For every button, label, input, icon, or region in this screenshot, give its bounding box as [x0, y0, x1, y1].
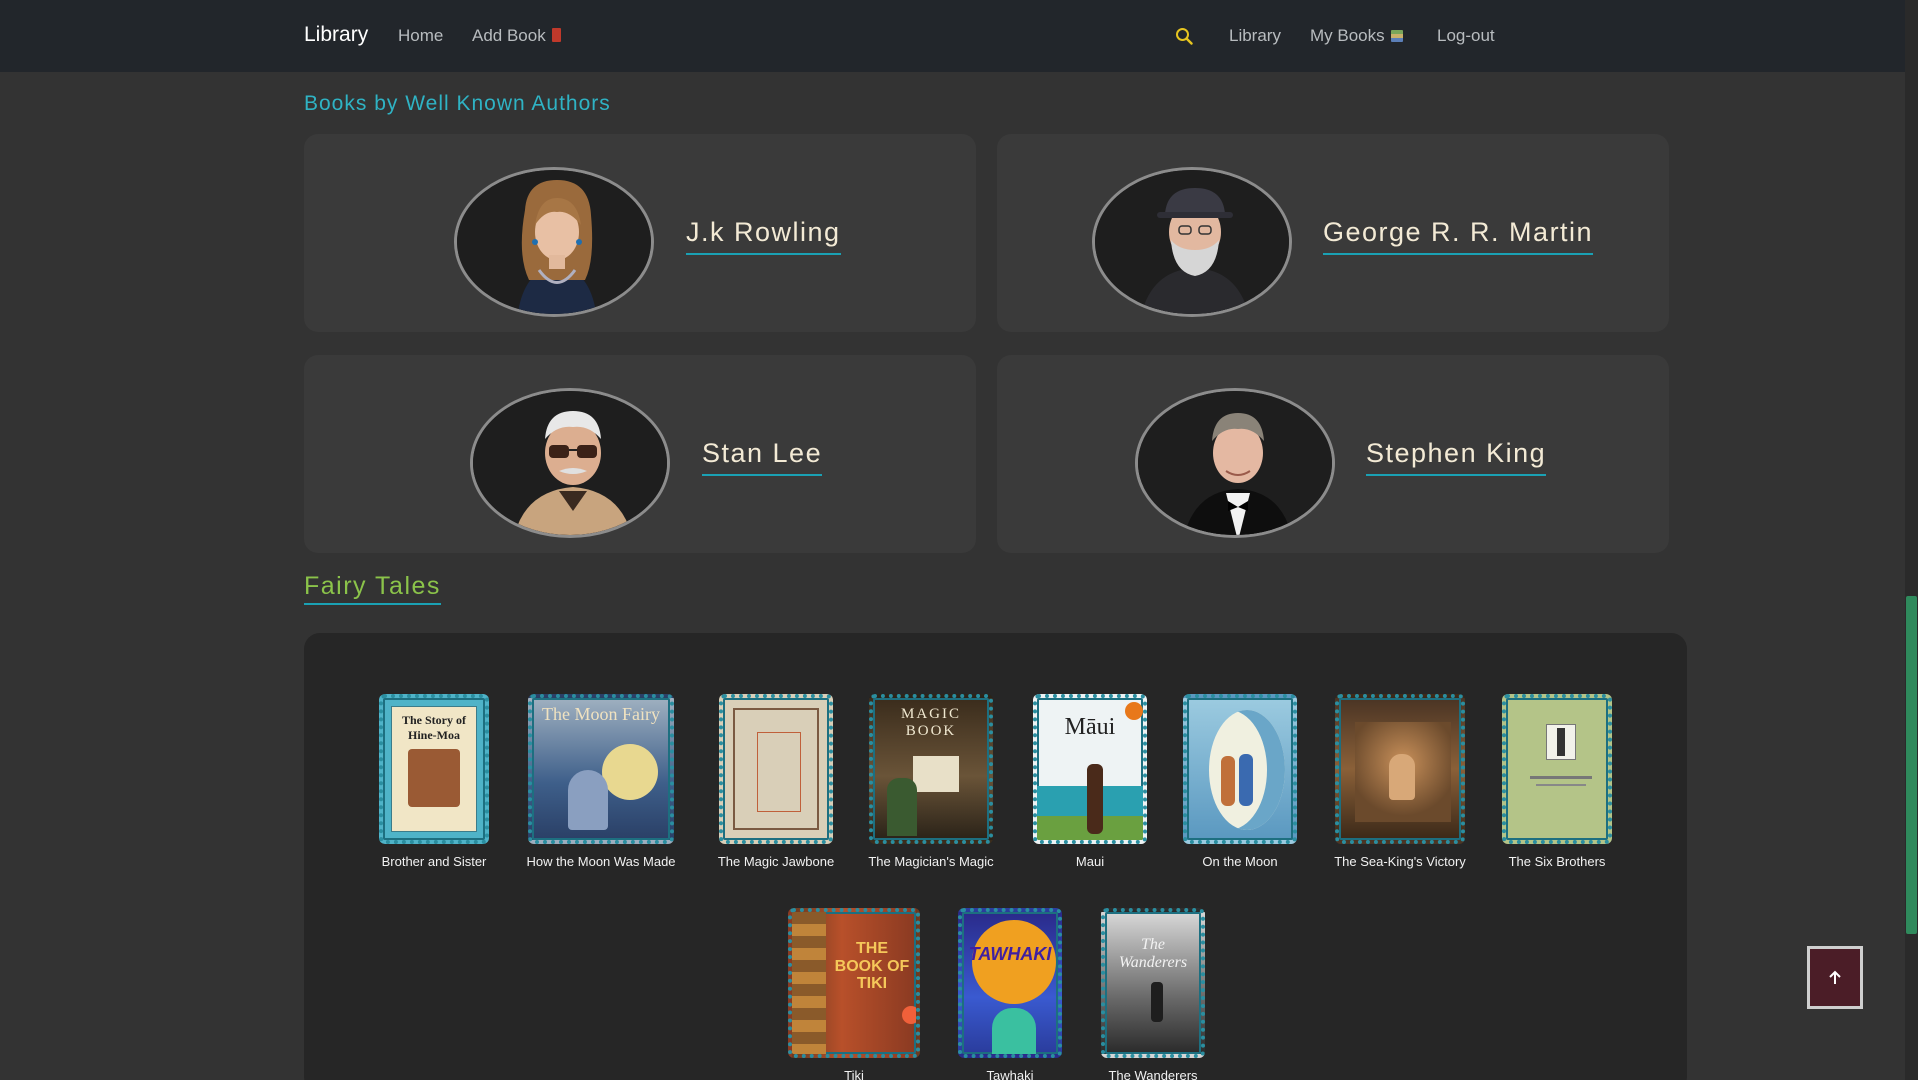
author-portrait — [457, 170, 651, 314]
book-cover-text: The Story of Hine-Moa — [402, 713, 466, 742]
author-name-rowling[interactable]: J.k Rowling — [686, 217, 841, 255]
book-cover-text: THE BOOK OF TIKI — [834, 940, 910, 993]
book-card[interactable]: The Magic Jawbone — [708, 694, 844, 869]
author-name-lee[interactable]: Stan Lee — [702, 438, 823, 476]
author-card-rowling[interactable]: J.k Rowling — [304, 134, 976, 332]
book-cover-text: TAWHAKI — [968, 944, 1052, 964]
book-title[interactable]: Tawhaki — [955, 1068, 1065, 1080]
book-cover[interactable]: The Moon Fairy — [528, 694, 674, 844]
author-card-martin[interactable]: George R. R. Martin — [997, 134, 1669, 332]
book-cover-text: MAGIC BOOK — [900, 706, 961, 739]
book-card[interactable]: TAWHAKI Tawhaki — [955, 908, 1065, 1080]
book-cover[interactable]: Māui — [1033, 694, 1147, 844]
book-title[interactable]: The Magician's Magic — [866, 854, 996, 869]
nav-add-book-label: Add Book — [472, 26, 546, 45]
navbar: Library Home Add Book Library My Books L… — [0, 0, 1905, 72]
author-name-king[interactable]: Stephen King — [1366, 438, 1547, 476]
book-card[interactable]: The Moon Fairy How the Moon Was Made — [525, 694, 677, 869]
author-avatar-martin — [1092, 167, 1292, 317]
book-cover[interactable] — [1502, 694, 1612, 844]
book-cover[interactable]: MAGIC BOOK — [869, 694, 993, 844]
book-cover[interactable]: The Wanderers — [1101, 908, 1205, 1058]
book-cover-text: The Moon Fairy — [542, 704, 660, 724]
author-card-lee[interactable]: Stan Lee — [304, 355, 976, 553]
nav-my-books-label: My Books — [1310, 26, 1385, 45]
nav-home-link[interactable]: Home — [398, 26, 443, 46]
book-card[interactable]: The Wanderers The Wanderers — [1098, 908, 1208, 1080]
book-cover[interactable]: The Story of Hine-Moa — [379, 694, 489, 844]
book-title[interactable]: The Magic Jawbone — [708, 854, 844, 869]
book-title[interactable]: The Six Brothers — [1497, 854, 1617, 869]
author-avatar-lee — [470, 388, 670, 538]
nav-my-books-link[interactable]: My Books — [1310, 26, 1403, 46]
fairy-tales-section-title: Fairy Tales — [304, 572, 441, 605]
book-cover[interactable]: THE BOOK OF TIKI — [788, 908, 920, 1058]
book-card[interactable]: Māui Maui — [1030, 694, 1150, 869]
book-cover[interactable] — [1335, 694, 1465, 844]
author-portrait — [1138, 391, 1332, 535]
book-title[interactable]: How the Moon Was Made — [525, 854, 677, 869]
book-title[interactable]: Brother and Sister — [369, 854, 499, 869]
arrow-up-icon — [1829, 970, 1841, 984]
scroll-to-top-button[interactable] — [1807, 946, 1863, 1009]
book-cover-text: Māui — [1064, 714, 1116, 740]
book-title[interactable]: Maui — [1030, 854, 1150, 869]
book-card[interactable]: The Story of Hine-Moa Brother and Sister — [369, 694, 499, 869]
book-cover-text: The Wanderers — [1118, 936, 1188, 971]
author-avatar-rowling — [454, 167, 654, 317]
book-card[interactable]: On the Moon — [1180, 694, 1300, 869]
book-card[interactable]: MAGIC BOOK The Magician's Magic — [866, 694, 996, 869]
nav-add-book-link[interactable]: Add Book — [472, 26, 561, 46]
brand-link[interactable]: Library — [304, 23, 368, 47]
nav-library-link[interactable]: Library — [1229, 26, 1281, 46]
book-card[interactable]: THE BOOK OF TIKI Tiki — [787, 908, 921, 1080]
book-cover[interactable] — [1183, 694, 1297, 844]
book-title[interactable]: Tiki — [787, 1068, 921, 1080]
book-title[interactable]: The Sea-King's Victory — [1333, 854, 1467, 869]
book-card[interactable]: The Six Brothers — [1497, 694, 1617, 869]
author-portrait — [1095, 170, 1289, 314]
search-icon[interactable] — [1175, 27, 1193, 45]
author-avatar-king — [1135, 388, 1335, 538]
books-stack-icon — [1390, 30, 1403, 42]
book-card[interactable]: The Sea-King's Victory — [1333, 694, 1467, 869]
book-title[interactable]: On the Moon — [1180, 854, 1300, 869]
book-cover[interactable] — [719, 694, 833, 844]
authors-section-title: Books by Well Known Authors — [304, 92, 611, 115]
book-cover[interactable]: TAWHAKI — [958, 908, 1062, 1058]
red-book-icon — [551, 28, 561, 42]
book-title[interactable]: The Wanderers — [1098, 1068, 1208, 1080]
author-portrait — [473, 391, 667, 535]
page-scrollbar-thumb[interactable] — [1906, 596, 1917, 934]
nav-logout-link[interactable]: Log-out — [1437, 26, 1495, 46]
author-card-king[interactable]: Stephen King — [997, 355, 1669, 553]
author-name-martin[interactable]: George R. R. Martin — [1323, 217, 1594, 255]
